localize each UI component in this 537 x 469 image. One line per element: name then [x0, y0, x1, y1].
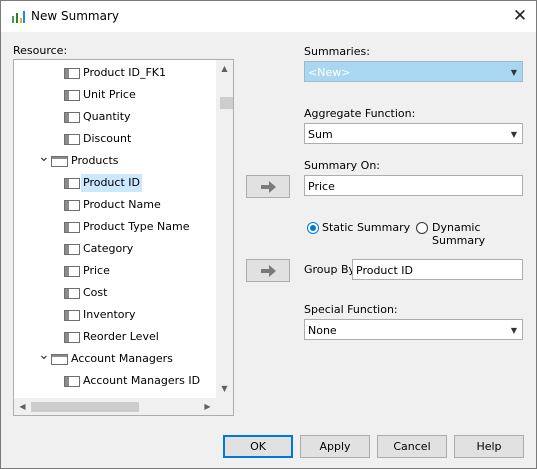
tree-node-label: Product ID	[81, 174, 142, 192]
tree-node-label: Quantity	[83, 110, 131, 123]
summaries-value: <New>	[308, 66, 351, 79]
app-icon	[12, 11, 25, 23]
field-icon	[64, 200, 80, 211]
dynamic-summary-label[interactable]: Dynamic Summary	[432, 221, 536, 247]
field-icon	[64, 90, 80, 101]
field-icon	[64, 222, 80, 233]
group-by-field[interactable]: Product ID	[352, 259, 523, 280]
tree-node-label: Inventory	[83, 308, 136, 321]
scroll-thumb-vertical[interactable]	[220, 97, 233, 109]
close-button[interactable]: ✕	[507, 4, 533, 28]
tree-node-label: Discount	[83, 132, 132, 145]
arrow-right-icon	[261, 265, 276, 277]
expand-chevron-icon[interactable]: ⌄	[38, 148, 50, 166]
new-summary-dialog: New Summary ✕ Resource: Product ID_FK1 Un…	[0, 0, 537, 469]
help-button[interactable]: Help	[454, 435, 524, 458]
tree-field-node[interactable]: Cost	[14, 284, 214, 302]
aggregate-function-label: Aggregate Function:	[304, 107, 416, 120]
scroll-thumb-horizontal[interactable]	[31, 402, 139, 412]
apply-button[interactable]: Apply	[300, 435, 370, 458]
title-bar: New Summary ✕	[1, 1, 536, 32]
tree-field-node[interactable]: Reorder Level	[14, 328, 214, 346]
aggregate-function-value: Sum	[308, 128, 333, 141]
tree-field-node[interactable]: Quantity	[14, 108, 214, 126]
aggregate-function-combo[interactable]: Sum ▼	[304, 123, 523, 144]
chevron-down-icon[interactable]: ▼	[511, 124, 517, 145]
tree-table-node[interactable]: ⌄ Products	[14, 149, 214, 170]
window-title: New Summary	[31, 9, 119, 23]
resource-label: Resource:	[13, 44, 68, 57]
special-function-label: Special Function:	[304, 303, 398, 316]
field-icon	[64, 266, 80, 277]
table-icon	[51, 354, 68, 365]
tree-field-node[interactable]: Discount	[14, 130, 214, 148]
static-summary-label[interactable]: Static Summary	[322, 221, 410, 234]
ok-button[interactable]: OK	[223, 435, 293, 458]
add-summary-on-button[interactable]	[246, 175, 290, 198]
scroll-up-icon[interactable]: ▲	[216, 64, 233, 73]
tree-node-label: Account Managers	[71, 352, 173, 365]
scroll-left-icon[interactable]: ◀	[14, 402, 31, 411]
chevron-down-icon[interactable]: ▼	[511, 62, 517, 83]
field-icon	[64, 310, 80, 321]
tree-field-node[interactable]: Product ID_FK1	[14, 64, 214, 82]
arrow-right-icon	[261, 181, 276, 193]
special-function-value: None	[308, 324, 337, 337]
table-icon	[51, 156, 68, 167]
tree-field-node[interactable]: Product Type Name	[14, 218, 214, 236]
field-icon	[64, 134, 80, 145]
tree-field-node[interactable]: Account Managers ID	[14, 372, 214, 390]
field-icon	[64, 178, 80, 189]
tree-field-node[interactable]: Inventory	[14, 306, 214, 324]
tree-vertical-scrollbar[interactable]: ▲ ▼	[216, 60, 233, 398]
tree-field-node[interactable]: Product ID	[14, 174, 214, 192]
tree-node-label: Products	[71, 154, 119, 167]
tree-field-node[interactable]: Price	[14, 262, 214, 280]
tree-node-label: Product ID_FK1	[83, 66, 167, 79]
summary-on-value: Price	[308, 180, 335, 193]
expand-chevron-icon[interactable]: ⌄	[38, 346, 50, 364]
scroll-corner	[216, 398, 233, 415]
group-by-label: Group By	[304, 263, 356, 276]
field-icon	[64, 332, 80, 343]
dynamic-summary-radio[interactable]	[416, 222, 428, 234]
tree-field-node[interactable]: Category	[14, 240, 214, 258]
summary-on-field[interactable]: Price	[304, 175, 523, 196]
chevron-down-icon[interactable]: ▼	[511, 320, 517, 341]
tree-node-label: Product Type Name	[83, 220, 190, 233]
tree-horizontal-scrollbar[interactable]: ◀ ▶	[14, 398, 216, 415]
scroll-down-icon[interactable]: ▼	[216, 384, 233, 393]
close-icon: ✕	[512, 6, 528, 26]
field-icon	[64, 288, 80, 299]
special-function-combo[interactable]: None ▼	[304, 319, 523, 340]
tree-node-label: Category	[83, 242, 134, 255]
tree-node-label: Account Managers ID	[83, 374, 201, 387]
tree-node-label: Product Name	[83, 198, 161, 211]
field-icon	[64, 68, 80, 79]
tree-table-node[interactable]: ⌄ Account Managers	[14, 347, 214, 368]
tree-node-label: Price	[83, 264, 110, 277]
summaries-label: Summaries:	[304, 45, 370, 58]
field-icon	[64, 112, 80, 123]
tree-node-label: Reorder Level	[83, 330, 159, 343]
field-icon	[64, 376, 80, 387]
group-by-value: Product ID	[356, 264, 413, 277]
tree-field-node[interactable]: Unit Price	[14, 86, 214, 104]
scroll-right-icon[interactable]: ▶	[199, 402, 216, 411]
summary-on-label: Summary On:	[304, 159, 380, 172]
add-group-by-button[interactable]	[246, 259, 290, 282]
static-summary-radio[interactable]	[307, 222, 319, 234]
tree-field-node[interactable]: Product Name	[14, 196, 214, 214]
tree-node-label: Unit Price	[83, 88, 136, 101]
cancel-button[interactable]: Cancel	[377, 435, 447, 458]
summaries-combo[interactable]: <New> ▼	[304, 61, 523, 82]
field-icon	[64, 244, 80, 255]
tree-node-label: Cost	[83, 286, 108, 299]
resource-tree[interactable]: Product ID_FK1 Unit Price Quantity Discount…	[13, 59, 234, 416]
